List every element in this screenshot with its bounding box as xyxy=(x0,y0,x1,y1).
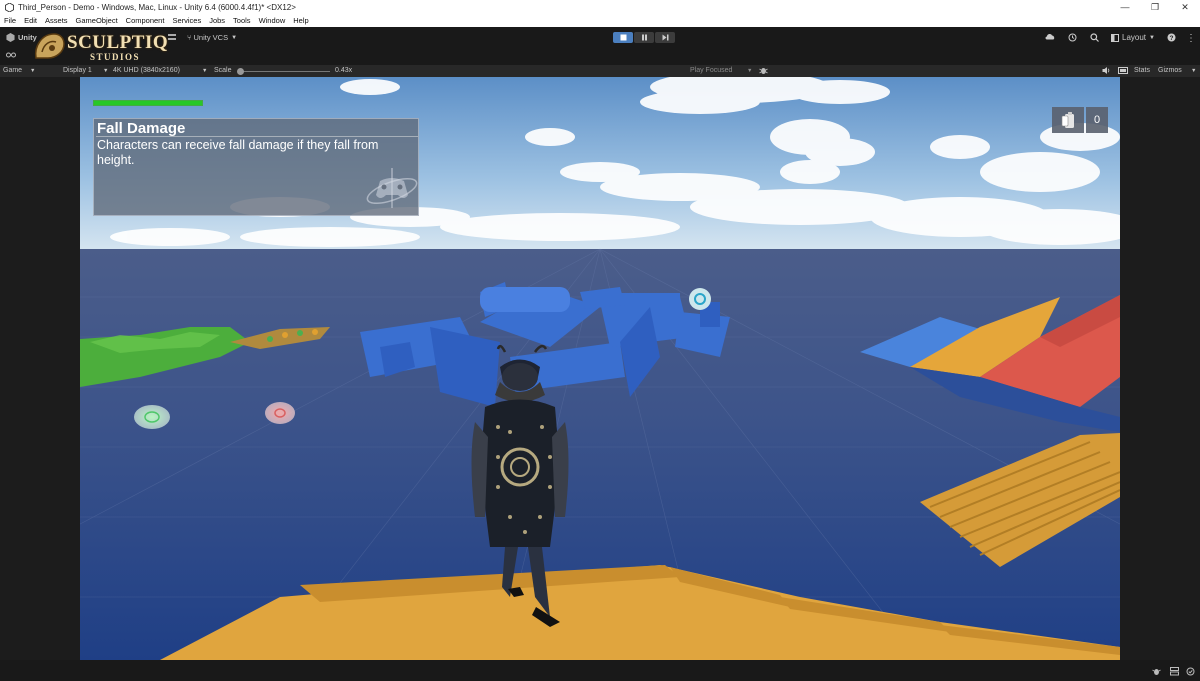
letterbox-left xyxy=(0,77,80,660)
chevron-down-icon: ▼ xyxy=(103,68,109,74)
play-mode-dropdown[interactable]: Play Focused xyxy=(690,67,732,74)
chevron-down-icon: ▼ xyxy=(747,68,753,74)
game-viewport[interactable]: Fall Damage Characters can receive fall … xyxy=(80,77,1120,660)
scale-slider-handle[interactable] xyxy=(237,68,244,75)
unity-logo-icon xyxy=(4,2,14,12)
game-view-dropdown[interactable]: Game xyxy=(3,67,22,74)
minimize-button[interactable]: — xyxy=(1110,0,1140,14)
window-title: Third_Person - Demo - Windows, Mac, Linu… xyxy=(18,2,296,12)
unity-vcs-label: Unity VCS xyxy=(193,33,229,42)
chevron-down-icon: ▼ xyxy=(231,34,238,41)
bug-icon[interactable] xyxy=(759,66,768,77)
gizmos-button[interactable]: Gizmos xyxy=(1158,67,1182,74)
debug-status-icon[interactable] xyxy=(1152,663,1161,681)
layout-dropdown[interactable]: Layout ▼ xyxy=(1111,33,1155,42)
asset-store-icon[interactable] xyxy=(6,52,16,58)
scale-slider-track[interactable] xyxy=(240,71,330,72)
branch-icon: ⑂ xyxy=(187,33,192,42)
play-controls xyxy=(613,32,675,43)
menu-bar: File Edit Assets GameObject Component Se… xyxy=(0,14,1200,27)
health-bar xyxy=(93,100,203,106)
display-dropdown[interactable]: Display 1 xyxy=(63,67,92,74)
game-view-toolbar: Game ▼ Display 1 ▼ 4K UHD (3840x2160) ▼ … xyxy=(0,65,1200,77)
window-titlebar: Third_Person - Demo - Windows, Mac, Linu… xyxy=(0,0,1200,14)
progress-status-icon[interactable] xyxy=(1186,663,1195,681)
chevron-down-icon: ▼ xyxy=(1149,34,1155,41)
help-icon: ? xyxy=(1167,33,1176,42)
resolution-dropdown[interactable]: 4K UHD (3840x2160) xyxy=(113,67,180,74)
chevron-down-icon: ▼ xyxy=(202,68,208,74)
scale-value: 0.43x xyxy=(335,67,353,74)
unity-vcs-dropdown[interactable]: ⑂ Unity VCS ▼ xyxy=(187,33,237,42)
pause-icon xyxy=(641,34,647,41)
undo-history-button[interactable] xyxy=(1068,33,1077,42)
cache-server-icon[interactable] xyxy=(1170,663,1179,681)
chevron-down-icon: ▼ xyxy=(1191,68,1197,74)
pause-button[interactable] xyxy=(634,32,654,43)
menu-services[interactable]: Services xyxy=(172,16,201,25)
maze-portal xyxy=(689,288,711,310)
kebab-menu-icon: ⋮ xyxy=(1186,33,1196,44)
tutorial-divider xyxy=(96,136,418,137)
sculptiq-logo: SCULPTIQ STUDIOS xyxy=(30,28,170,66)
unity-account-icon xyxy=(6,33,15,42)
layout-icon xyxy=(1111,33,1119,42)
layout-label: Layout xyxy=(1122,33,1147,42)
more-options-button[interactable]: ⋮ xyxy=(1186,33,1196,44)
menu-edit[interactable]: Edit xyxy=(24,16,37,25)
menu-window[interactable]: Window xyxy=(259,16,286,25)
help-button[interactable]: ? xyxy=(1167,33,1176,42)
collectible-icon xyxy=(1052,107,1084,133)
letterbox-right xyxy=(1120,77,1200,660)
gamepad-icon xyxy=(366,168,418,208)
history-clock-icon xyxy=(1068,33,1077,42)
play-button[interactable] xyxy=(613,32,633,43)
logo-text-sub: STUDIOS xyxy=(90,52,141,62)
menu-file[interactable]: File xyxy=(4,16,16,25)
helmet-emblem-icon xyxy=(34,33,65,59)
step-icon xyxy=(662,34,668,41)
collectible-count: 0 xyxy=(1086,107,1108,133)
step-button[interactable] xyxy=(655,32,675,43)
red-portal xyxy=(265,402,295,424)
menu-tools[interactable]: Tools xyxy=(233,16,251,25)
audio-mute-icon[interactable] xyxy=(1102,66,1111,77)
stats-button[interactable]: Stats xyxy=(1134,67,1150,74)
cloud-button[interactable] xyxy=(1045,33,1055,40)
menu-jobs[interactable]: Jobs xyxy=(209,16,225,25)
maximize-button[interactable]: ❐ xyxy=(1140,0,1170,14)
status-bar xyxy=(0,660,1200,676)
cloud-icon xyxy=(1045,34,1055,40)
logo-text-main: SCULPTIQ xyxy=(67,32,169,53)
search-button[interactable] xyxy=(1090,33,1099,42)
menu-component[interactable]: Component xyxy=(126,16,165,25)
tutorial-panel: Fall Damage Characters can receive fall … xyxy=(93,118,419,216)
chevron-down-icon: ▼ xyxy=(30,68,36,74)
menu-gameobject[interactable]: GameObject xyxy=(76,16,118,25)
menu-assets[interactable]: Assets xyxy=(45,16,68,25)
aspect-icon[interactable] xyxy=(1118,66,1128,77)
scale-label: Scale xyxy=(214,67,232,74)
tutorial-title: Fall Damage xyxy=(97,120,186,137)
svg-text:?: ? xyxy=(1170,35,1174,42)
search-icon xyxy=(1090,33,1099,42)
stop-icon xyxy=(620,34,626,41)
close-button[interactable]: ✕ xyxy=(1170,0,1200,14)
main-toolbar xyxy=(0,27,1200,65)
green-portal xyxy=(134,405,170,429)
collectible-counter: 0 xyxy=(1052,107,1108,133)
menu-help[interactable]: Help xyxy=(293,16,308,25)
